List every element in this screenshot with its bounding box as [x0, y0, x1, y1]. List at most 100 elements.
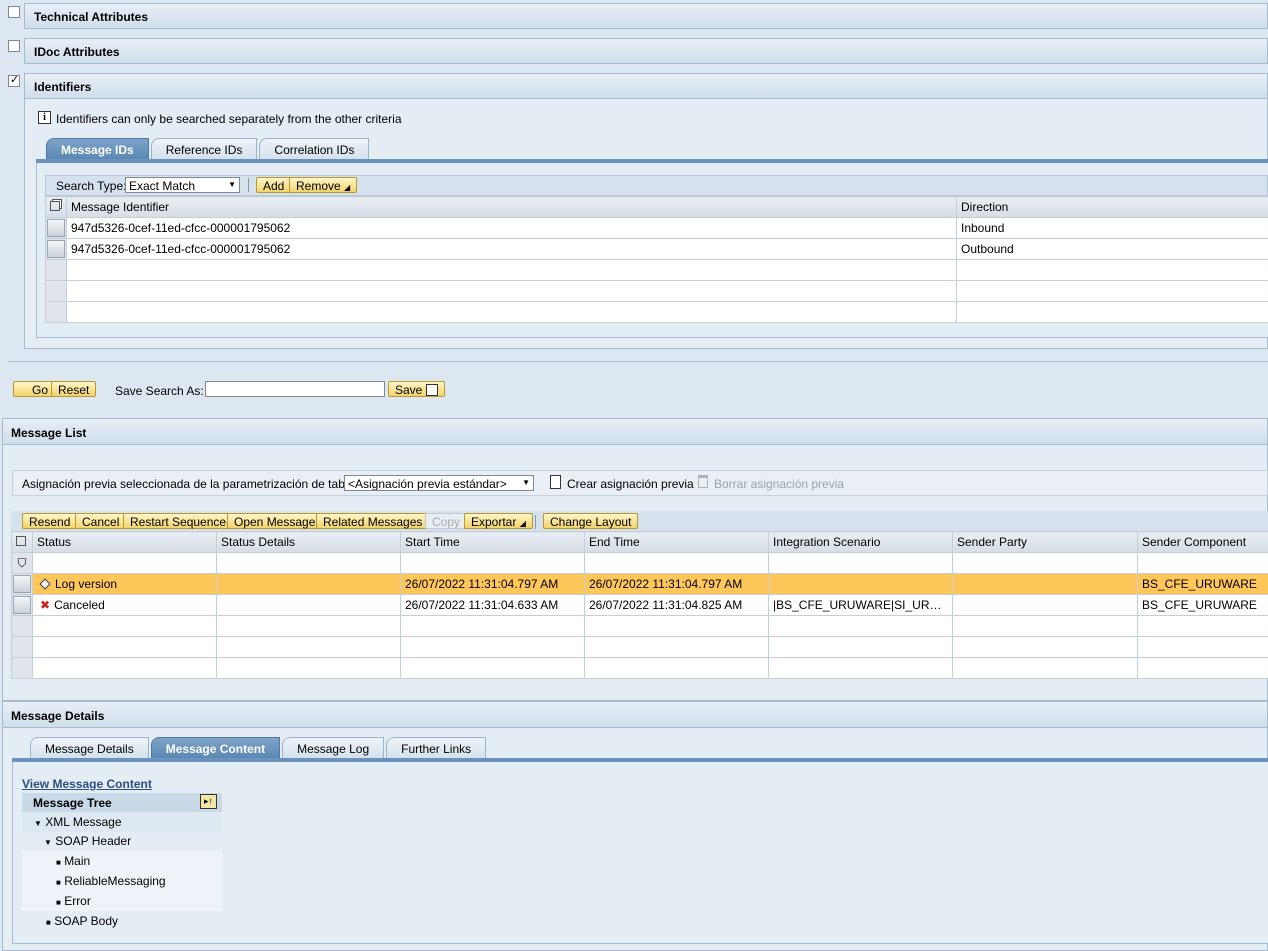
column-header[interactable]: Integration Scenario	[768, 531, 953, 553]
end-time-cell[interactable]: 26/07/2022 11:31:04.797 AM	[584, 573, 769, 595]
column-header[interactable]: Sender Party	[952, 531, 1138, 553]
integration-scenario-cell[interactable]: |BS_CFE_URUWARE|SI_URU…	[768, 594, 953, 616]
related-messages-button[interactable]: Related Messages	[316, 513, 430, 529]
idoc-attributes-header[interactable]: IDoc Attributes	[24, 38, 1268, 64]
tab-message-log[interactable]: Message Log	[282, 737, 385, 758]
change-layout-button[interactable]: Change Layout	[543, 513, 639, 529]
tab-message-details[interactable]: Message Details	[30, 737, 149, 758]
tab-further-links[interactable]: Further Links	[386, 737, 487, 758]
filter-row: ⛉	[11, 552, 1268, 574]
trash-icon	[698, 475, 708, 488]
sender-party-cell[interactable]	[952, 573, 1138, 595]
row-selector[interactable]	[11, 594, 33, 616]
remove-button[interactable]: Remove ◢	[289, 177, 358, 193]
sender-component-cell[interactable]: BS_CFE_URUWARE	[1137, 573, 1268, 595]
column-header[interactable]: Start Time	[400, 531, 585, 553]
export-button[interactable]: Exportar ◢	[464, 513, 533, 529]
filter-cell[interactable]	[584, 552, 769, 574]
table-header-row: Status Status Details Start Time End Tim…	[11, 531, 1268, 553]
search-type-label: Search Type:	[56, 179, 127, 193]
technical-attributes-checkbox[interactable]	[8, 6, 20, 18]
cancel-button[interactable]: Cancel	[75, 513, 127, 529]
select-all-icon[interactable]	[11, 531, 33, 553]
status-cell[interactable]: ✖ Canceled	[32, 594, 217, 616]
integration-scenario-cell[interactable]	[768, 573, 953, 595]
status-details-cell[interactable]	[216, 573, 401, 595]
column-header[interactable]: Status Details	[216, 531, 401, 553]
direction-cell[interactable]: Outbound	[956, 238, 1268, 260]
tree-node-soap-header[interactable]: ▼ SOAP Header	[22, 831, 222, 851]
message-list-table: Status Status Details Start Time End Tim…	[11, 531, 1268, 679]
row-selector[interactable]	[11, 573, 33, 595]
column-header[interactable]: Message Identifier	[66, 196, 957, 218]
filter-icon[interactable]: ⛉	[11, 552, 33, 574]
tree-node-main[interactable]: ■ Main	[22, 851, 222, 871]
delete-layout-link[interactable]: Borrar asignación previa	[714, 477, 844, 491]
direction-cell[interactable]: Inbound	[956, 217, 1268, 239]
filter-cell[interactable]	[32, 552, 217, 574]
column-header[interactable]: Direction	[956, 196, 1268, 218]
document-icon	[550, 475, 561, 489]
status-cell[interactable]: Log version	[32, 573, 217, 595]
filter-cell[interactable]	[952, 552, 1138, 574]
diamond-icon	[39, 578, 51, 590]
filter-cell[interactable]	[400, 552, 585, 574]
row-selector[interactable]	[45, 217, 67, 239]
expand-all-icon[interactable]: ▸↑	[200, 794, 217, 809]
select-all-icon[interactable]	[45, 196, 67, 218]
tree-node-xml-message[interactable]: ▼ XML Message	[22, 812, 222, 832]
tab-message-content[interactable]: Message Content	[150, 737, 281, 758]
message-identifier-cell[interactable]: 947d5326-0cef-11ed-cfcc-000001795062	[66, 238, 957, 260]
table-row	[11, 615, 1268, 637]
search-type-select[interactable]: Exact Match	[125, 177, 240, 193]
start-time-cell[interactable]: 26/07/2022 11:31:04.633 AM	[400, 594, 585, 616]
resend-button[interactable]: Resend	[22, 513, 78, 529]
message-list-header: Message List	[2, 418, 1268, 445]
save-button[interactable]: Save	[388, 381, 445, 397]
create-layout-link[interactable]: Crear asignación previa	[567, 477, 694, 491]
start-time-cell[interactable]: 26/07/2022 11:31:04.797 AM	[400, 573, 585, 595]
sender-party-cell[interactable]	[952, 594, 1138, 616]
message-tree-header: Message Tree	[22, 793, 222, 812]
reset-button[interactable]: Reset	[51, 381, 97, 397]
identifiers-tabs: Message IDs Reference IDs Correlation ID…	[46, 138, 371, 159]
tab-reference-ids[interactable]: Reference IDs	[150, 138, 258, 159]
layout-select[interactable]: <Asignación previa estándar>	[344, 475, 534, 491]
idoc-attributes-checkbox[interactable]	[8, 40, 20, 52]
row-selector[interactable]	[45, 238, 67, 260]
filter-cell[interactable]	[768, 552, 953, 574]
save-search-input[interactable]	[205, 381, 385, 397]
tree-node-soap-body[interactable]: ■ SOAP Body	[22, 911, 222, 931]
tab-message-ids[interactable]: Message IDs	[46, 138, 149, 159]
message-identifier-cell[interactable]: 947d5326-0cef-11ed-cfcc-000001795062	[66, 217, 957, 239]
tree-node-error[interactable]: ■ Error	[22, 891, 222, 911]
column-header[interactable]: End Time	[584, 531, 769, 553]
identifiers-checkbox[interactable]	[8, 73, 20, 87]
table-row[interactable]: 947d5326-0cef-11ed-cfcc-000001795062 Inb…	[45, 217, 1268, 239]
filter-cell[interactable]	[1137, 552, 1268, 574]
table-row[interactable]: Log version 26/07/2022 11:31:04.797 AM 2…	[11, 573, 1268, 595]
add-button[interactable]: Add	[256, 177, 292, 193]
message-details-tabs: Message Details Message Content Message …	[30, 737, 488, 758]
technical-attributes-header[interactable]: Technical Attributes	[24, 3, 1268, 29]
copy-button[interactable]: Copy	[425, 513, 468, 529]
status-details-cell[interactable]	[216, 594, 401, 616]
table-header-row: Message Identifier Direction	[45, 196, 1268, 218]
sender-component-cell[interactable]: BS_CFE_URUWARE	[1137, 594, 1268, 616]
column-header[interactable]: Sender Component	[1137, 531, 1268, 553]
dropdown-arrow-icon: ◢	[344, 183, 351, 192]
filter-cell[interactable]	[216, 552, 401, 574]
identifiers-header[interactable]: Identifiers	[24, 73, 1268, 99]
table-row[interactable]: 947d5326-0cef-11ed-cfcc-000001795062 Out…	[45, 238, 1268, 260]
tab-correlation-ids[interactable]: Correlation IDs	[259, 138, 370, 159]
tree-node-reliable-messaging[interactable]: ■ ReliableMessaging	[22, 871, 222, 891]
info-icon: i	[38, 111, 51, 124]
restart-sequence-button[interactable]: Restart Sequence	[123, 513, 234, 529]
save-search-label: Save Search As:	[115, 384, 204, 398]
column-header[interactable]: Status	[32, 531, 217, 553]
open-message-button[interactable]: Open Message	[227, 513, 323, 529]
red-x-icon: ✖	[40, 598, 51, 612]
end-time-cell[interactable]: 26/07/2022 11:31:04.825 AM	[584, 594, 769, 616]
view-message-content-link[interactable]: View Message Content	[22, 777, 152, 791]
table-row[interactable]: ✖ Canceled 26/07/2022 11:31:04.633 AM 26/…	[11, 594, 1268, 616]
